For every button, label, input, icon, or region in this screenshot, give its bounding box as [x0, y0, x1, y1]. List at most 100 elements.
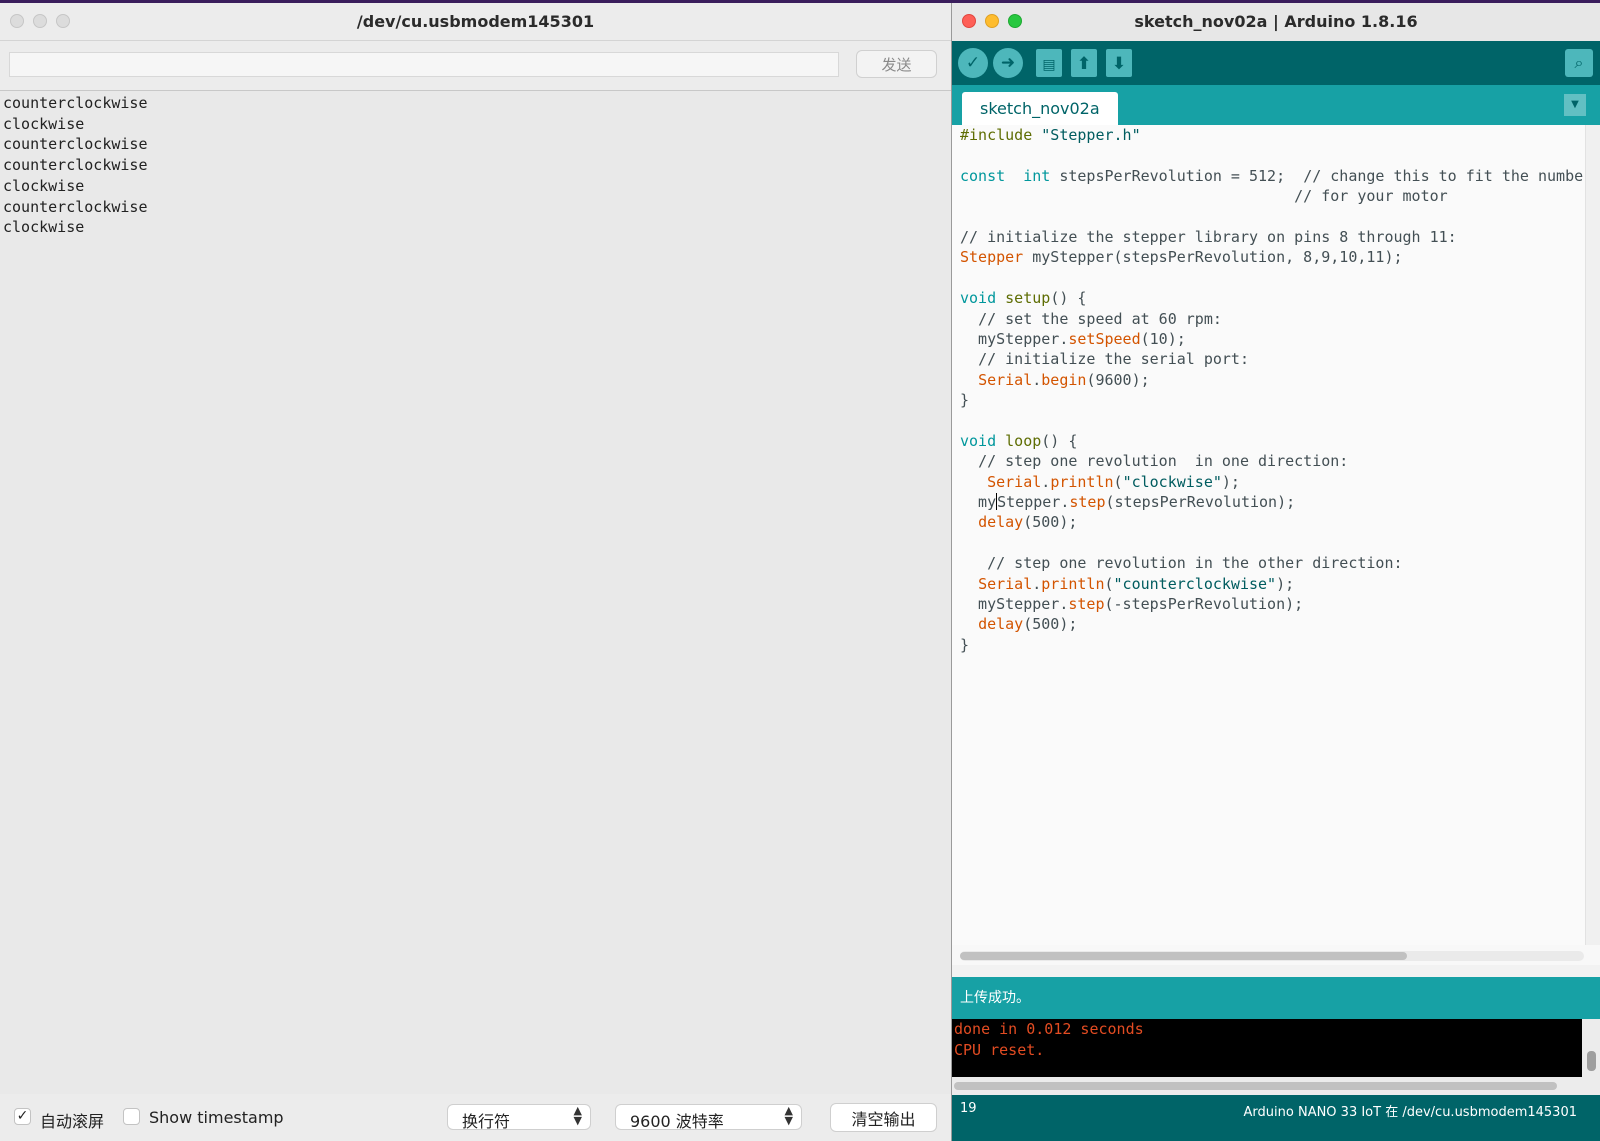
code-token: void [960, 289, 997, 308]
code-token: "counterclockwise" [1113, 574, 1277, 593]
code-line: myStepper.step(-stepsPerRevolution); [952, 594, 1600, 614]
code-token: (stepsPerRevolution); [1105, 493, 1296, 512]
code-token: loop [1005, 431, 1042, 450]
code-token: Serial [978, 370, 1033, 389]
code-token: myStepper. [960, 329, 1069, 348]
code-token: "Stepper.h" [1032, 126, 1141, 144]
code-line: } [952, 635, 1600, 655]
document-icon: ▤ [1042, 57, 1056, 73]
serial-monitor-title: /dev/cu.usbmodem145301 [356, 12, 595, 31]
code-token: ( [1104, 574, 1114, 593]
code-token: (500); [1023, 513, 1078, 532]
tab-sketch[interactable]: sketch_nov02a [962, 92, 1118, 125]
arrow-up-icon: ⬆ [1076, 54, 1092, 74]
code-token: (-stepsPerRevolution); [1104, 594, 1304, 613]
serial-send-input[interactable] [9, 52, 839, 77]
code-token: // step one revolution in the other dire… [987, 554, 1403, 573]
console-scroll-thumb[interactable] [1587, 1051, 1596, 1071]
code-line: delay(500); [952, 614, 1600, 634]
code-line: Stepper myStepper(stepsPerRevolution, 8,… [952, 247, 1600, 267]
console-output[interactable]: done in 0.012 seconds CPU reset. [952, 1019, 1600, 1077]
ide-footer: 19 Arduino NANO 33 IoT 在 /dev/cu.usbmode… [952, 1095, 1600, 1141]
select-arrows-icon: ▲ ▼ [573, 1104, 582, 1127]
new-sketch-button[interactable]: ▤ [1036, 49, 1062, 77]
line-number: 19 [960, 1101, 977, 1116]
show-timestamp-label: Show timestamp [149, 1108, 284, 1127]
code-token: my [960, 493, 997, 512]
code-token: setup [1005, 289, 1051, 308]
code-token: println [1050, 472, 1114, 491]
code-line: const int stepsPerRevolution = 512; // c… [952, 166, 1600, 186]
code-token: #include [960, 126, 1033, 144]
console-hscroll-thumb[interactable] [954, 1082, 1557, 1090]
code-line: // initialize the serial port: [952, 349, 1600, 369]
code-token: } [960, 391, 970, 410]
editor-console-splitter[interactable] [952, 965, 1600, 977]
code-token: } [960, 635, 970, 654]
serial-bottom-bar: ✓ 自动滚屏 Show timestamp 换行符 ▲ ▼ 9600 波特率 ▲ ▼… [0, 1094, 951, 1141]
autoscroll-checkbox[interactable]: ✓ [14, 1108, 31, 1125]
baud-rate-select[interactable]: 9600 波特率 ▲ ▼ [615, 1104, 802, 1131]
code-token: (500); [1023, 615, 1078, 634]
code-token: void [960, 431, 997, 450]
arrow-down-icon: ⬇ [1111, 54, 1127, 74]
console-line: CPU reset. [954, 1040, 1045, 1059]
editor-horizontal-scrollbar[interactable] [960, 951, 1584, 961]
code-token: () { [1041, 431, 1078, 450]
code-token: ( [1113, 472, 1123, 491]
code-line: delay(500); [952, 512, 1600, 532]
check-icon: ✓ [965, 53, 981, 73]
code-line: myStepper.step(stepsPerRevolution); [952, 492, 1600, 512]
code-editor[interactable]: #include "Stepper.h" const int stepsPerRe… [952, 125, 1600, 945]
show-timestamp-checkbox[interactable] [123, 1108, 140, 1125]
open-sketch-button[interactable]: ⬆ [1071, 49, 1097, 77]
tab-menu-button[interactable]: ▼ [1564, 94, 1586, 116]
code-token: myStepper(stepsPerRevolution, 8,9,10,11)… [1023, 248, 1403, 267]
serial-output-line: counterclockwise [3, 94, 148, 112]
magnifier-icon: ⌕ [1574, 53, 1584, 72]
editor-scroll-thumb[interactable] [960, 952, 1407, 960]
code-token: println [1041, 574, 1105, 593]
serial-monitor-titlebar: /dev/cu.usbmodem145301 [0, 3, 951, 41]
save-sketch-button[interactable]: ⬇ [1106, 49, 1132, 77]
code-token: Stepper [960, 248, 1024, 267]
code-token: . [1041, 472, 1051, 491]
upload-button[interactable]: ➜ [993, 48, 1023, 78]
verify-button[interactable]: ✓ [958, 48, 988, 78]
editor-vertical-scrollbar[interactable] [1585, 125, 1600, 945]
code-line: // step one revolution in one direction: [952, 451, 1600, 471]
code-token: // for your motor [1294, 187, 1448, 206]
code-token: begin [1041, 370, 1087, 389]
send-button[interactable]: 发送 [856, 50, 937, 78]
code-line: void loop() { [952, 431, 1600, 451]
code-token: . [1032, 370, 1042, 389]
clear-output-button[interactable]: 清空输出 [830, 1103, 937, 1132]
serial-monitor-button[interactable]: ⌕ [1565, 49, 1593, 77]
code-token: step [1068, 594, 1105, 613]
code-token: // change this to fit the number [1303, 166, 1593, 185]
baud-rate-value: 9600 波特率 [630, 1112, 724, 1131]
serial-output-line: clockwise [3, 218, 85, 237]
code-line: Serial.println("counterclockwise"); [952, 574, 1600, 594]
ide-titlebar: sketch_nov02a | Arduino 1.8.16 [952, 3, 1600, 42]
board-port-info: Arduino NANO 33 IoT 在 /dev/cu.usbmodem14… [1243, 1105, 1577, 1120]
serial-output-area[interactable]: counterclockwise clockwise counterclockwis… [0, 90, 951, 1094]
code-token: . [1032, 574, 1042, 593]
code-line: myStepper.setSpeed(10); [952, 329, 1600, 349]
code-line: Serial.begin(9600); [952, 370, 1600, 390]
serial-output-line: counterclockwise [3, 197, 148, 216]
code-line: // for your motor [952, 186, 1600, 206]
code-line: #include "Stepper.h" [952, 125, 1600, 145]
line-ending-select[interactable]: 换行符 ▲ ▼ [447, 1104, 591, 1131]
